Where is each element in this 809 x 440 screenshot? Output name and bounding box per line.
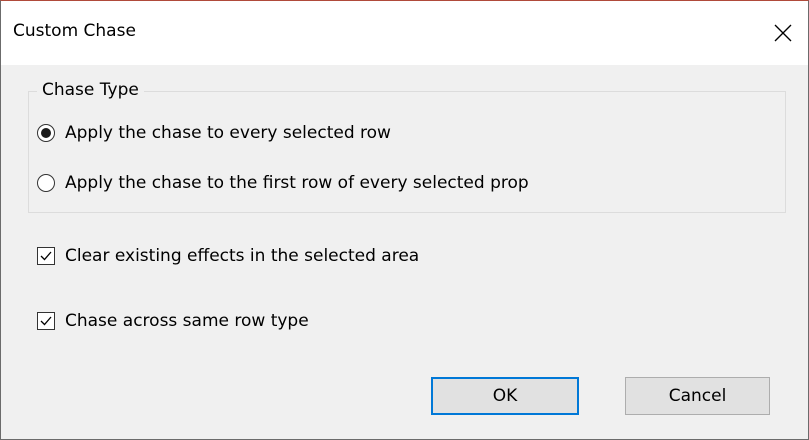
cancel-button[interactable]: Cancel — [625, 377, 770, 415]
checkmark-icon — [40, 316, 52, 326]
checkbox-clear-existing-effects[interactable]: Clear existing effects in the selected a… — [37, 246, 419, 266]
radio-first-row-of-prop[interactable]: Apply the chase to the first row of ever… — [37, 173, 529, 193]
checkbox-label: Chase across same row type — [65, 311, 309, 331]
checkmark-icon — [40, 251, 52, 261]
radio-label: Apply the chase to the first row of ever… — [65, 173, 529, 193]
radio-button-selected[interactable] — [37, 124, 55, 142]
radio-every-selected-row[interactable]: Apply the chase to every selected row — [37, 123, 391, 143]
checkbox-chase-across-row-type[interactable]: Chase across same row type — [37, 311, 309, 331]
checkbox[interactable] — [37, 312, 55, 330]
checkbox-label: Clear existing effects in the selected a… — [65, 246, 420, 266]
ok-button[interactable]: OK — [431, 377, 579, 415]
close-button[interactable] — [762, 1, 808, 65]
radio-label: Apply the chase to every selected row — [65, 123, 391, 143]
dialog-title: Custom Chase — [13, 21, 136, 41]
chase-type-group: Chase Type Apply the chase to every sele… — [28, 80, 786, 213]
radio-button[interactable] — [37, 174, 55, 192]
chase-type-legend: Chase Type — [37, 80, 144, 100]
title-bar: Custom Chase — [1, 1, 808, 65]
close-icon — [774, 24, 792, 42]
custom-chase-dialog: Custom Chase Chase Type Apply the chase … — [0, 0, 809, 440]
dialog-content: Chase Type Apply the chase to every sele… — [1, 65, 808, 439]
checkbox[interactable] — [37, 247, 55, 265]
